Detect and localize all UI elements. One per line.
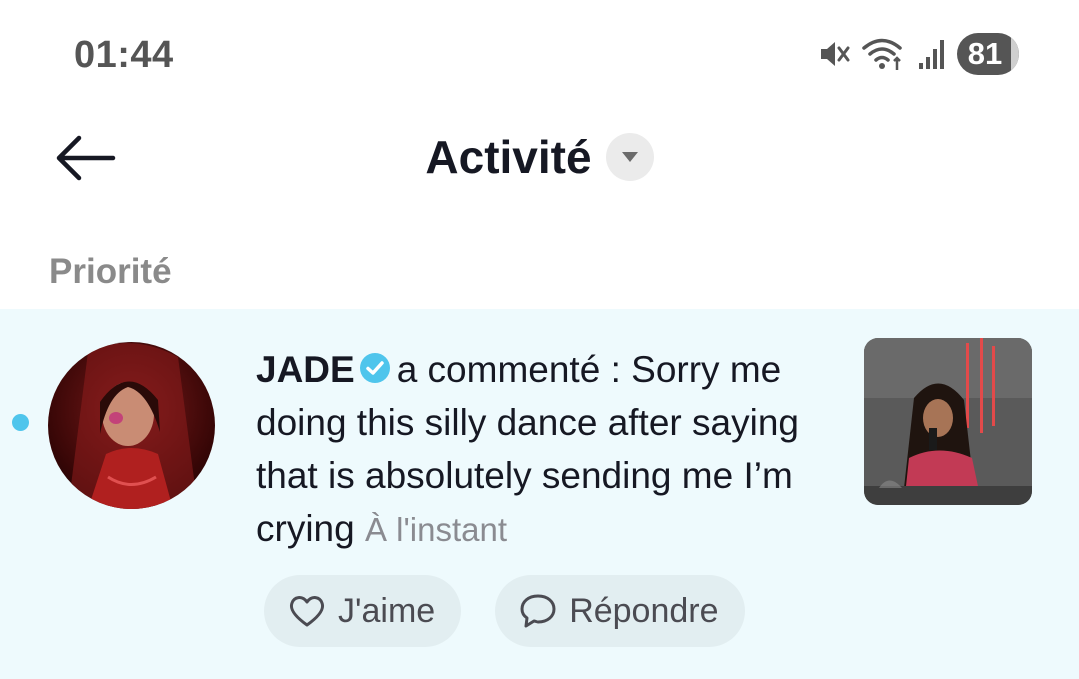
- avatar[interactable]: [48, 342, 215, 509]
- heart-icon: [289, 596, 325, 627]
- chevron-down-icon: [621, 152, 638, 162]
- activity-screen: 01:44 81 Activité Priorité JADE a commen…: [0, 0, 1079, 679]
- battery-icon: 81: [957, 33, 1019, 75]
- status-icons: 81: [817, 33, 1019, 75]
- notification-item[interactable]: JADE a commenté : Sorry me doing this si…: [0, 309, 1079, 679]
- activity-filter-dropdown[interactable]: [605, 133, 654, 181]
- reply-label: Répondre: [569, 591, 719, 630]
- notification-action: a commenté :: [396, 349, 632, 390]
- like-label: J'aime: [338, 591, 436, 630]
- verified-badge-icon: [359, 353, 390, 383]
- username[interactable]: JADE: [256, 349, 355, 390]
- status-time: 01:44: [74, 34, 174, 76]
- reply-button[interactable]: Répondre: [495, 575, 745, 647]
- battery-level: 81: [967, 36, 1003, 71]
- notification-actions: J'aime Répondre: [264, 575, 745, 647]
- section-title: Priorité: [49, 252, 172, 291]
- page-title: Activité: [425, 131, 592, 183]
- signal-icon: [917, 37, 947, 71]
- timestamp: À l'instant: [364, 511, 508, 548]
- unread-indicator: [12, 414, 29, 431]
- comment-bubble-icon: [520, 594, 556, 628]
- header: Activité: [0, 130, 1079, 184]
- wifi-icon: [861, 36, 907, 72]
- mute-icon: [817, 37, 851, 71]
- notification-text: JADE a commenté : Sorry me doing this si…: [256, 343, 836, 556]
- video-thumbnail[interactable]: [864, 338, 1032, 505]
- like-button[interactable]: J'aime: [264, 575, 462, 647]
